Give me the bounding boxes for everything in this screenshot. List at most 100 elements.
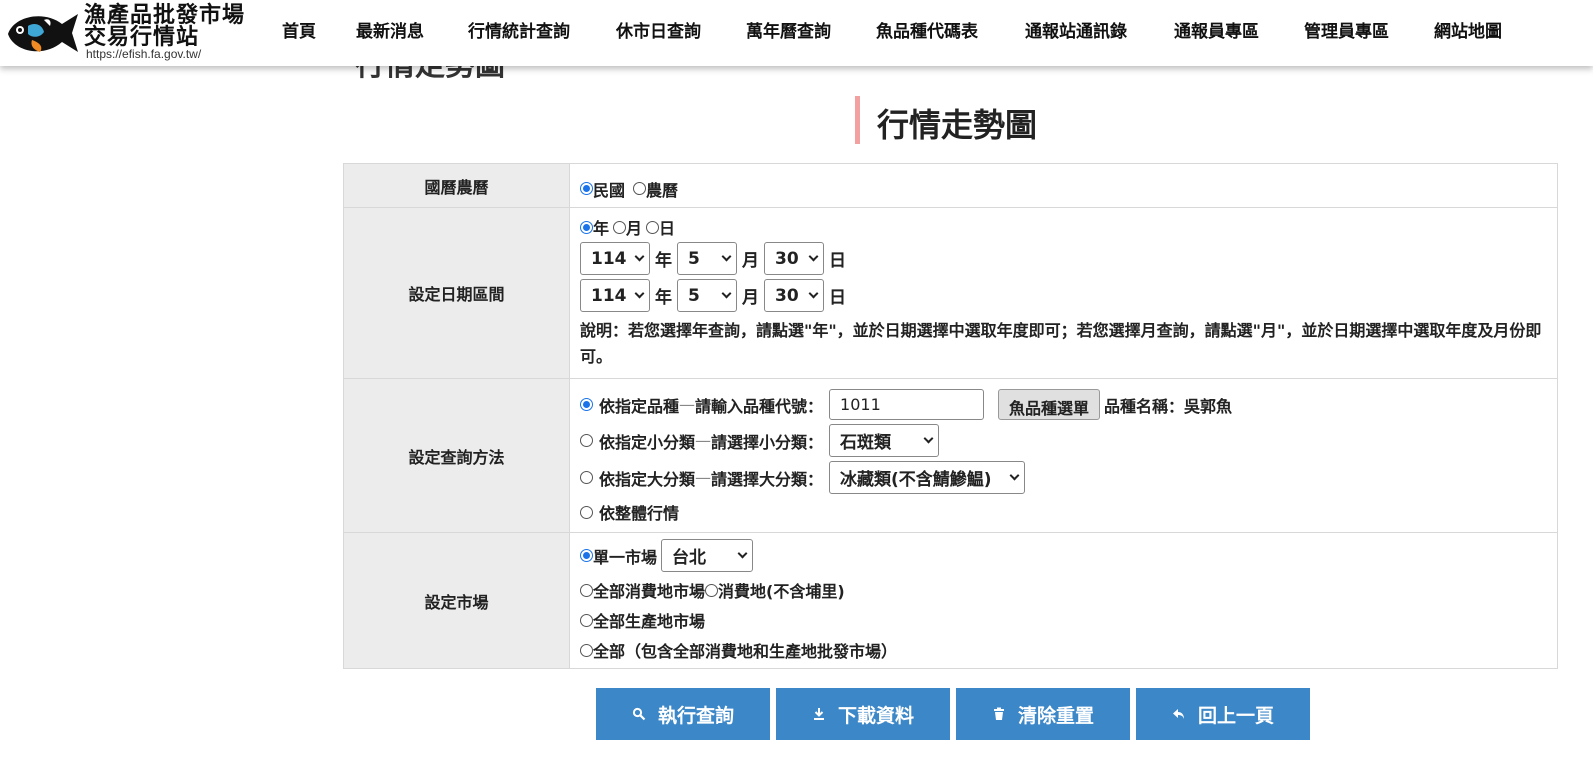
nav-sitemap[interactable]: 網站地圖	[1434, 17, 1502, 42]
chevron-down-icon	[721, 251, 732, 262]
back-button-label: 回上一頁	[1197, 704, 1274, 727]
end-month-unit: 月	[742, 288, 759, 308]
nav-news[interactable]: 最新消息	[356, 17, 424, 42]
query-method-label: 設定查詢方法	[343, 378, 570, 533]
separator-dash: —	[679, 395, 696, 414]
date-range-row: 設定日期區間 年 月 日 114 年 5 月 30 日 114 年 5 月 30…	[343, 207, 1558, 379]
title-accent-bar	[855, 96, 860, 144]
chevron-down-icon	[634, 288, 645, 299]
query-button[interactable]: 執行查詢	[596, 688, 770, 740]
radio-overall[interactable]	[580, 505, 593, 519]
radio-month-label: 月	[626, 219, 643, 238]
radio-all-producer-markets-label: 全部生產地市場	[593, 612, 706, 631]
reply-arrow-icon	[1172, 709, 1184, 719]
radio-day[interactable]	[646, 220, 660, 234]
radio-by-maincategory[interactable]	[580, 471, 593, 484]
chevron-down-icon	[721, 288, 732, 299]
separator-dash: —	[695, 468, 712, 487]
maincategory-prompt: 請選擇大分類：	[711, 469, 824, 489]
separator-dash: —	[695, 431, 712, 450]
radio-single-market-label: 單一市場	[593, 547, 658, 567]
radio-roc-label: 民國	[593, 180, 626, 200]
end-month-select[interactable]: 5	[677, 279, 737, 312]
end-day-select[interactable]: 30	[764, 279, 824, 312]
end-year-unit: 年	[655, 288, 672, 308]
radio-by-subcategory[interactable]	[580, 434, 593, 447]
date-range-note: 說明：若您選擇年查詢，請點選"年"，並於日期選擇中選取年度即可；若您選擇月查詢，…	[580, 321, 1542, 366]
download-button-label: 下載資料	[837, 704, 914, 727]
radio-all-producer-markets[interactable]	[580, 613, 593, 627]
radio-roc[interactable]	[580, 182, 593, 195]
chevron-down-icon	[808, 288, 819, 299]
maincategory-select[interactable]: 冰藏類(不含鯖鰺鰛)	[829, 461, 1026, 494]
reset-button-label: 清除重置	[1017, 704, 1094, 727]
subcategory-select[interactable]: 石斑類	[829, 424, 940, 457]
nav-closed-days[interactable]: 休市日查詢	[616, 17, 701, 42]
nav-market-stats[interactable]: 行情統計查詢	[468, 17, 570, 42]
radio-lunar[interactable]	[633, 182, 647, 195]
end-year-select[interactable]: 114	[580, 279, 650, 312]
radio-year[interactable]	[580, 220, 593, 234]
query-button-label: 執行查詢	[657, 704, 734, 727]
page-title: 行情走勢圖	[877, 106, 1038, 144]
radio-by-subcategory-label: 依指定小分類	[599, 432, 696, 452]
download-button[interactable]: 下載資料	[776, 688, 950, 740]
query-form: 國曆農曆 民國 農曆 設定日期區間 年 月 日 114 年 5 月 30 日 1…	[343, 163, 1558, 669]
date-range-content: 年 月 日 114 年 5 月 30 日 114 年 5 月 30 日 說明：若…	[569, 207, 1558, 379]
start-year-unit: 年	[655, 251, 672, 271]
reset-button[interactable]: 清除重置	[956, 688, 1130, 740]
chevron-down-icon	[737, 548, 748, 559]
top-navbar: 漁產品批發市場 交易行情站 https://efish.fa.gov.tw/ 首…	[0, 0, 1593, 66]
radio-overall-label: 依整體行情	[599, 504, 680, 523]
fish-logo-icon	[8, 14, 78, 52]
radio-by-maincategory-label: 依指定大分類	[599, 469, 696, 489]
chevron-down-icon	[923, 433, 934, 444]
back-button[interactable]: 回上一頁	[1136, 688, 1310, 740]
species-menu-button[interactable]: 魚品種選單	[998, 389, 1101, 420]
chevron-down-icon	[634, 251, 645, 262]
nav-reporter-area[interactable]: 通報員專區	[1174, 17, 1259, 42]
nav-calendar[interactable]: 萬年曆查詢	[746, 17, 831, 42]
start-year-select[interactable]: 114	[580, 242, 650, 275]
download-icon	[813, 708, 824, 720]
radio-all-consumer-markets[interactable]	[580, 583, 593, 597]
end-day-unit: 日	[829, 288, 846, 308]
logo-url: https://efish.fa.gov.tw/	[86, 47, 202, 61]
chevron-down-icon	[1009, 470, 1020, 481]
radio-by-species-label: 依指定品種	[599, 396, 680, 416]
chevron-down-icon	[808, 251, 819, 262]
species-code-input[interactable]: 1011	[829, 389, 985, 420]
species-code-prompt: 請輸入品種代號：	[695, 396, 824, 416]
radio-by-species[interactable]	[580, 398, 593, 411]
trash-icon	[993, 707, 1004, 720]
radio-all-markets-label: 全部（包含全部消費地和生產地批發市場）	[593, 642, 898, 661]
nav-home[interactable]: 首頁	[282, 17, 316, 42]
site-logo[interactable]: 漁產品批發市場 交易行情站 https://efish.fa.gov.tw/	[2, 2, 262, 62]
nav-station-directory[interactable]: 通報站通訊錄	[1025, 17, 1127, 42]
radio-day-label: 日	[659, 219, 676, 238]
radio-consumer-excl-puli-label: 消費地(不含埔里)	[718, 582, 845, 601]
radio-consumer-excl-puli[interactable]	[705, 583, 719, 597]
start-day-select[interactable]: 30	[764, 242, 824, 275]
start-day-unit: 日	[829, 251, 846, 271]
search-icon	[632, 707, 646, 721]
query-method-row: 設定查詢方法 依指定品種 — 請輸入品種代號： 1011 魚品種選單 品種名稱：…	[343, 378, 1558, 533]
start-month-select[interactable]: 5	[677, 242, 737, 275]
subcategory-prompt: 請選擇小分類：	[711, 432, 824, 452]
calendar-label: 國曆農曆	[343, 163, 570, 208]
market-row: 設定市場 單一市場 台北 全部消費地市場 消費地(不含埔里) 全部生產地市場 全…	[343, 532, 1558, 669]
start-month-unit: 月	[742, 251, 759, 271]
radio-all-consumer-markets-label: 全部消費地市場	[593, 582, 706, 601]
single-market-select[interactable]: 台北	[661, 539, 754, 572]
nav-admin-area[interactable]: 管理員專區	[1304, 17, 1389, 42]
radio-year-label: 年	[593, 219, 610, 238]
query-method-content: 依指定品種 — 請輸入品種代號： 1011 魚品種選單 品種名稱：吳郭魚 依指定…	[569, 378, 1558, 533]
nav-species-codes[interactable]: 魚品種代碼表	[876, 17, 978, 42]
calendar-options: 民國 農曆	[569, 163, 1558, 208]
radio-single-market[interactable]	[580, 549, 593, 562]
radio-all-markets[interactable]	[580, 643, 593, 657]
species-name-text: 品種名稱：吳郭魚	[1104, 396, 1233, 416]
radio-month[interactable]	[613, 220, 627, 234]
radio-lunar-label: 農曆	[646, 180, 679, 200]
calendar-row: 國曆農曆 民國 農曆	[343, 163, 1558, 208]
